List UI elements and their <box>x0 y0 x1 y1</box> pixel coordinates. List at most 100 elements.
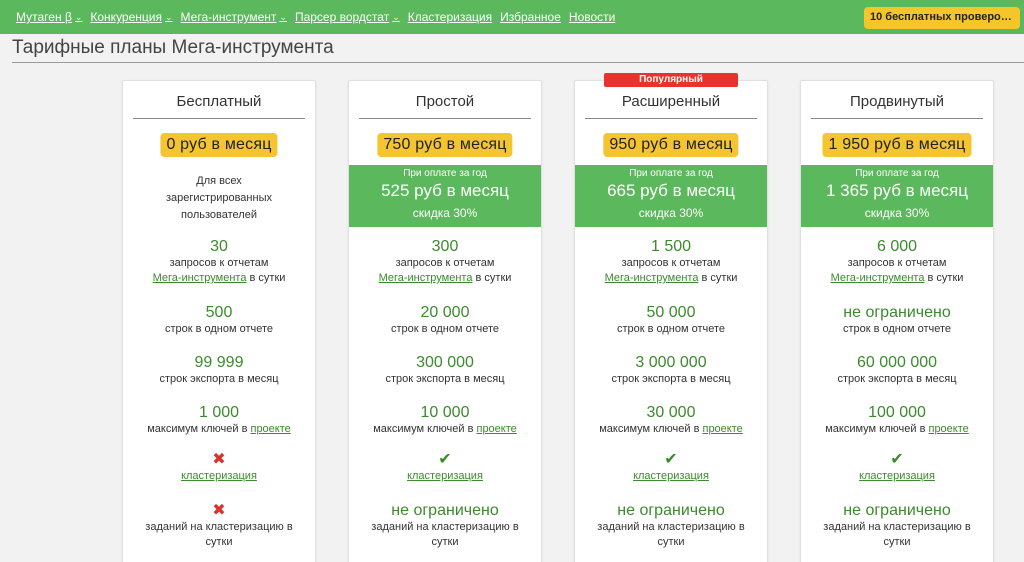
feature-label: заданий на кластеризацию в сутки <box>371 521 519 548</box>
nav-item-wordstat-parser[interactable]: Парсер вордстат ⌄ <box>295 10 400 24</box>
yearly-price: 1 365 руб в месяц <box>825 181 969 200</box>
nav-item-mutagen[interactable]: Мутаген β ⌄ <box>16 10 82 24</box>
feature-keys: 1 000 максимум ключей в проекте <box>123 404 315 437</box>
feature-requests: 1 500 запросов к отчетам Мега-инструмент… <box>575 238 767 286</box>
project-link[interactable]: проекте <box>702 423 742 435</box>
feature-label: строк экспорта в месяц <box>385 373 505 385</box>
feature-label: запросов к отчетам <box>395 257 495 269</box>
plan-name: Бесплатный <box>176 93 262 110</box>
nav-item-news[interactable]: Новости <box>569 10 615 24</box>
feature-rows: не ограничено строк в одном отчете <box>801 304 993 337</box>
feature-value: 99 999 <box>194 354 244 371</box>
feature-value: 500 <box>205 304 233 321</box>
mega-tool-link[interactable]: Мега-инструмента <box>605 272 699 284</box>
feature-label: заданий на кластеризацию в сутки <box>597 521 745 548</box>
clustering-link[interactable]: кластеризация <box>181 470 257 482</box>
cross-icon: ✖ <box>212 451 226 468</box>
nav-item-favorites[interactable]: Избранное <box>500 10 561 24</box>
nav-item-label: Мега-инструмент <box>180 10 277 24</box>
popular-badge: Популярный <box>604 73 738 87</box>
feature-keys: 10 000 максимум ключей в проекте <box>349 404 541 437</box>
yearly-discount: скидка 30% <box>638 206 704 220</box>
mega-tool-link[interactable]: Мега-инструмента <box>379 272 473 284</box>
feature-tasks: не ограничено заданий на кластеризацию в… <box>801 502 993 550</box>
nav-item-competition[interactable]: Конкуренция ⌄ <box>90 10 172 24</box>
mega-tool-link[interactable]: Мега-инструмента <box>831 272 925 284</box>
yearly-offer: При оплате за год 665 руб в месяц скидка… <box>575 165 767 227</box>
plan-name: Расширенный <box>621 93 721 110</box>
chevron-down-icon: ⌄ <box>74 11 83 22</box>
nav-item-label: Конкуренция <box>90 10 162 24</box>
project-link[interactable]: проекте <box>928 423 968 435</box>
feature-label: строк экспорта в месяц <box>837 373 957 385</box>
feature-label: максимум ключей в <box>373 423 477 435</box>
nav-item-mega-tool[interactable]: Мега-инструмент ⌄ <box>181 10 287 24</box>
chevron-down-icon: ⌄ <box>164 11 173 22</box>
chevron-down-icon: ⌄ <box>392 11 400 22</box>
nav-item-label: Избранное <box>500 10 561 24</box>
feature-clustering: ✔ кластеризация <box>575 451 767 484</box>
page-title: Тарифные планы Мега-инструмента <box>12 37 334 58</box>
feature-value: 30 <box>210 238 228 255</box>
feature-label: строк экспорта в месяц <box>159 373 279 385</box>
feature-value: не ограничено <box>617 502 725 519</box>
feature-keys: 30 000 максимум ключей в проекте <box>575 404 767 437</box>
plan-description: Для всех зарегистрированных пользователе… <box>166 175 272 221</box>
feature-label: максимум ключей в <box>825 423 929 435</box>
feature-label: строк в одном отчете <box>390 323 500 335</box>
clustering-link[interactable]: кластеризация <box>633 470 709 482</box>
clustering-link[interactable]: кластеризация <box>407 470 483 482</box>
title-divider <box>12 62 1024 63</box>
plan-name: Продвинутый <box>849 93 945 110</box>
project-link[interactable]: проекте <box>250 423 290 435</box>
nav-item-label: Мутаген <box>16 10 62 24</box>
plan-price-badge: 750 руб в месяц <box>377 133 513 157</box>
nav-item-clustering[interactable]: Кластеризация <box>408 10 492 24</box>
feature-value: 300 000 <box>416 354 474 371</box>
plan-name: Простой <box>415 93 475 110</box>
plan-price-badge: 1 950 руб в месяц <box>822 133 972 157</box>
plan-card-simple: Простой 750 руб в месяц При оплате за го… <box>348 80 542 562</box>
cross-icon: ✖ <box>212 502 226 519</box>
feature-requests: 300 запросов к отчетам Мега-инструмента … <box>349 238 541 286</box>
feature-label: запросов к отчетам <box>847 257 947 269</box>
clustering-link[interactable]: кластеризация <box>859 470 935 482</box>
feature-value: 20 000 <box>420 304 470 321</box>
feature-value: 60 000 000 <box>856 354 938 371</box>
feature-clustering: ✖ кластеризация <box>123 451 315 484</box>
feature-export: 99 999 строк экспорта в месяц <box>123 354 315 387</box>
checkmark-icon: ✔ <box>664 451 678 468</box>
feature-value: не ограничено <box>391 502 499 519</box>
yearly-label: При оплате за год <box>629 168 713 179</box>
feature-export: 300 000 строк экспорта в месяц <box>349 354 541 387</box>
mega-tool-link[interactable]: Мега-инструмента <box>153 272 247 284</box>
feature-value: 100 000 <box>868 404 926 421</box>
plan-card-extended: Расширенный 950 руб в месяц При оплате з… <box>574 80 768 562</box>
yearly-discount: скидка 30% <box>864 206 930 220</box>
chevron-down-icon: ⌄ <box>279 11 287 22</box>
plan-price-badge: 950 руб в месяц <box>603 133 739 157</box>
feature-value: 1 000 <box>198 404 240 421</box>
checkmark-icon: ✔ <box>890 451 904 468</box>
feature-tasks: не ограничено заданий на кластеризацию в… <box>575 502 767 550</box>
plan-divider <box>811 118 983 119</box>
project-link[interactable]: проекте <box>476 423 516 435</box>
feature-label: максимум ключей в <box>147 423 251 435</box>
feature-value: 3 000 000 <box>635 354 707 371</box>
free-checks-promo-button[interactable]: 10 бесплатных проверок кон... <box>864 7 1020 29</box>
yearly-discount: скидка 30% <box>412 206 478 220</box>
feature-label: в сутки <box>472 272 512 284</box>
feature-label: заданий на кластеризацию в сутки <box>145 521 293 548</box>
feature-tasks: не ограничено заданий на кластеризацию в… <box>349 502 541 550</box>
feature-label: строк в одном отчете <box>164 323 274 335</box>
feature-label: заданий на кластеризацию в сутки <box>823 521 971 548</box>
feature-label: в сутки <box>246 272 286 284</box>
top-navigation-bar: Мутаген β ⌄ Конкуренция ⌄ Мега-инструмент ⌄… <box>0 0 1024 34</box>
feature-label: строк экспорта в месяц <box>611 373 731 385</box>
feature-rows: 50 000 строк в одном отчете <box>575 304 767 337</box>
plan-card-free: Бесплатный 0 руб в месяц Для всех зареги… <box>122 80 316 562</box>
nav-menu: Мутаген β ⌄ Конкуренция ⌄ Мега-инструмент ⌄… <box>16 10 623 24</box>
yearly-label: При оплате за год <box>855 168 939 179</box>
feature-value: 50 000 <box>646 304 696 321</box>
feature-label: запросов к отчетам <box>621 257 721 269</box>
